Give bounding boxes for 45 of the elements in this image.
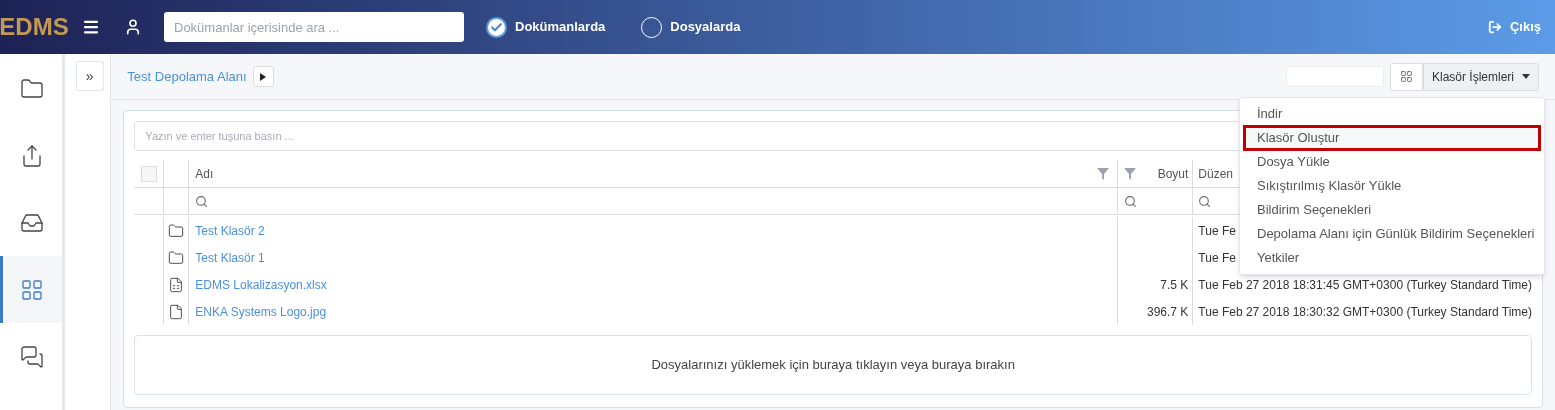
table-cell-text: Tue Feb 27 2018 18:30:32 GMT+0300 (Turkey Standard Time): [1198, 303, 1532, 321]
search-icon[interactable]: [195, 194, 209, 208]
menu-item[interactable]: Sıkıştırılmış Klasör Yükle: [1243, 174, 1541, 198]
spreadsheet-icon: [168, 276, 185, 293]
expand-button[interactable]: »: [75, 61, 104, 91]
table-cell-text: Tue Fe: [1198, 222, 1236, 240]
logout-icon[interactable]: [1487, 20, 1502, 34]
actions-dropdown-button[interactable]: Klasör İşlemleri: [1422, 62, 1539, 91]
table-cell-text: 7.5 K: [1160, 276, 1189, 294]
view-toggle-button[interactable]: [1389, 62, 1423, 91]
chat-icon[interactable]: [20, 344, 45, 369]
search-field[interactable]: Dokümanlar içerisinde ara ...: [164, 12, 464, 42]
caret-right-icon[interactable]: [260, 72, 267, 81]
grid-icon[interactable]: [20, 277, 45, 302]
radio-option[interactable]: Dosyalarda: [641, 16, 741, 38]
logo: EDMS: [0, 13, 69, 41]
sidebar-item[interactable]: [0, 256, 62, 323]
checkbox[interactable]: [140, 165, 157, 182]
user-icon[interactable]: [124, 18, 142, 36]
menu-item[interactable]: Yetkiler: [1243, 246, 1541, 270]
menu-item[interactable]: Dosya Yükle: [1243, 150, 1541, 174]
menu-item[interactable]: Bildirim Seçenekleri: [1243, 198, 1541, 222]
column-header[interactable]: Boyut: [1157, 164, 1189, 183]
table-cell-text: Tue Fe: [1198, 249, 1236, 267]
folder-icon: [168, 249, 185, 266]
menu-icon[interactable]: [82, 18, 100, 36]
upload-dropzone[interactable]: Dosyalarınızı yüklemek için buraya tıklayın veya buraya bırakın: [134, 335, 1532, 395]
search-icon[interactable]: [1198, 194, 1212, 208]
filter-icon[interactable]: [1124, 167, 1137, 180]
file-icon: [168, 303, 185, 320]
menu-item[interactable]: Klasör Oluştur: [1243, 125, 1541, 151]
table-cell-text: Tue Feb 27 2018 18:31:45 GMT+0300 (Turkey Standard Time): [1198, 276, 1532, 294]
grid-icon[interactable]: [1399, 70, 1413, 83]
breadcrumb-next-button[interactable]: [252, 66, 274, 87]
search-icon[interactable]: [1124, 194, 1138, 208]
radio-option[interactable]: Dokümanlarda: [486, 16, 606, 38]
folder-icon: [168, 222, 185, 239]
filter-icon[interactable]: [1097, 167, 1110, 180]
caret-down-icon[interactable]: [1522, 74, 1530, 79]
radio-icon[interactable]: [486, 16, 507, 38]
table-cell-text: 396.7 K: [1147, 303, 1189, 321]
folder-icon[interactable]: [20, 76, 45, 101]
column-header[interactable]: Adı: [195, 164, 214, 183]
menu-item[interactable]: Depolama Alanı için Günlük Bildirim Seçenekleri: [1243, 222, 1541, 246]
column-header[interactable]: Düzen: [1198, 164, 1234, 183]
